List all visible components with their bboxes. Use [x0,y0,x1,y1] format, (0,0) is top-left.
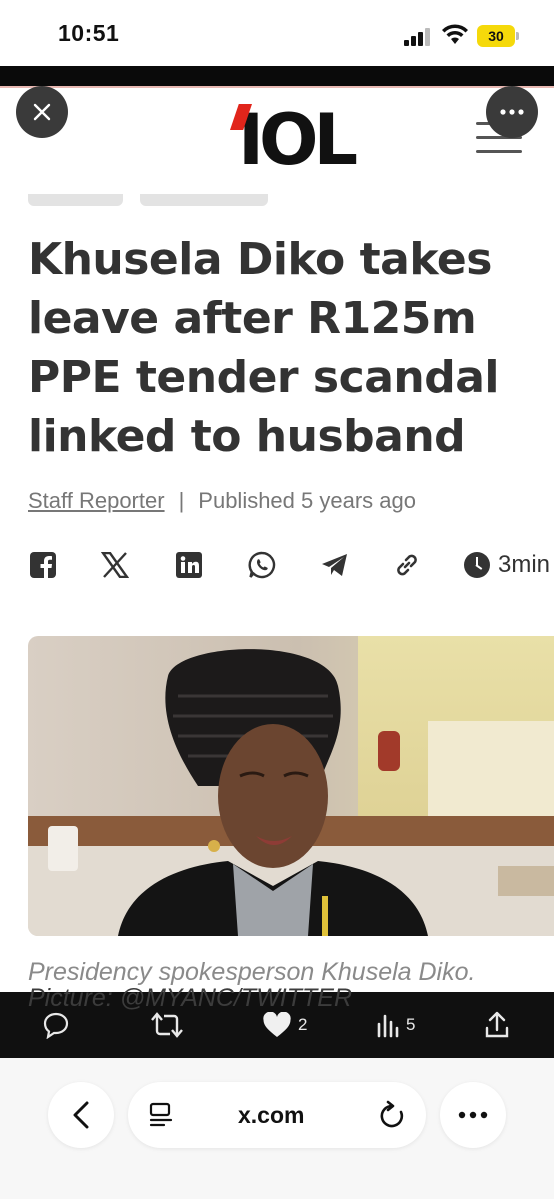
more-icon [458,1111,488,1119]
logo-text: IOL [238,99,358,181]
reload-icon[interactable] [378,1100,406,1130]
battery-indicator: 30 [477,25,515,47]
close-icon [33,103,51,121]
url-text: x.com [238,1102,305,1128]
site-header: IOL [0,88,554,194]
back-button[interactable] [48,1082,114,1148]
author-link[interactable]: Staff Reporter [28,488,165,513]
tweet-action-bar: Picture: @MYANC/TWITTER 2 5 [0,984,554,1058]
views-button[interactable]: 5 [376,1010,415,1040]
article-photo[interactable] [28,636,554,936]
category-pill[interactable] [28,194,123,206]
clock-icon [464,552,490,578]
x-icon[interactable] [100,550,130,580]
browser-more-button[interactable] [440,1082,506,1148]
share-button[interactable] [484,1010,510,1040]
back-icon [73,1101,89,1129]
battery-cap [516,32,519,40]
caption-line-2: Picture: @MYANC/TWITTER [28,984,353,1012]
link-icon[interactable] [392,550,422,580]
facebook-icon[interactable] [28,550,58,580]
site-logo[interactable]: IOL [228,100,358,180]
like-button[interactable]: 2 [262,1010,307,1040]
telegram-icon[interactable] [320,550,350,580]
heart-icon [263,1012,291,1037]
status-time: 10:51 [58,20,120,46]
retweet-icon [151,1012,183,1038]
cellular-signal-icon [404,28,432,46]
share-row: 3min [28,550,554,586]
like-count: 2 [298,1015,308,1034]
byline: Staff Reporter | Published 5 years ago [28,488,416,514]
share-icon [485,1011,509,1038]
views-icon [377,1014,399,1038]
more-options-button[interactable] [486,86,538,138]
more-icon [500,109,524,115]
top-band [0,66,554,86]
category-pill[interactable] [140,194,268,206]
read-time: 3min [464,550,550,580]
photo-illustration [28,636,554,936]
wifi-icon [442,24,468,44]
browser-toolbar: x.com [0,1058,554,1199]
reader-icon[interactable] [148,1102,174,1128]
retweet-button[interactable] [150,1010,184,1040]
read-time-label: 3min [498,551,551,578]
whatsapp-icon[interactable] [247,550,277,580]
status-bar: 10:51 30 [0,0,554,70]
linkedin-icon[interactable] [174,550,204,580]
views-count: 5 [406,1015,416,1034]
reply-button[interactable] [42,1010,70,1040]
published-date: Published 5 years ago [198,488,416,513]
article-viewport: IOL Khusela Diko takes leave after R125m… [0,86,554,992]
close-button[interactable] [16,86,68,138]
article-headline: Khusela Diko takes leave after R125m PPE… [28,234,499,462]
address-bar[interactable]: x.com [128,1082,426,1148]
reply-icon [43,1012,69,1039]
byline-separator: | [178,488,185,513]
